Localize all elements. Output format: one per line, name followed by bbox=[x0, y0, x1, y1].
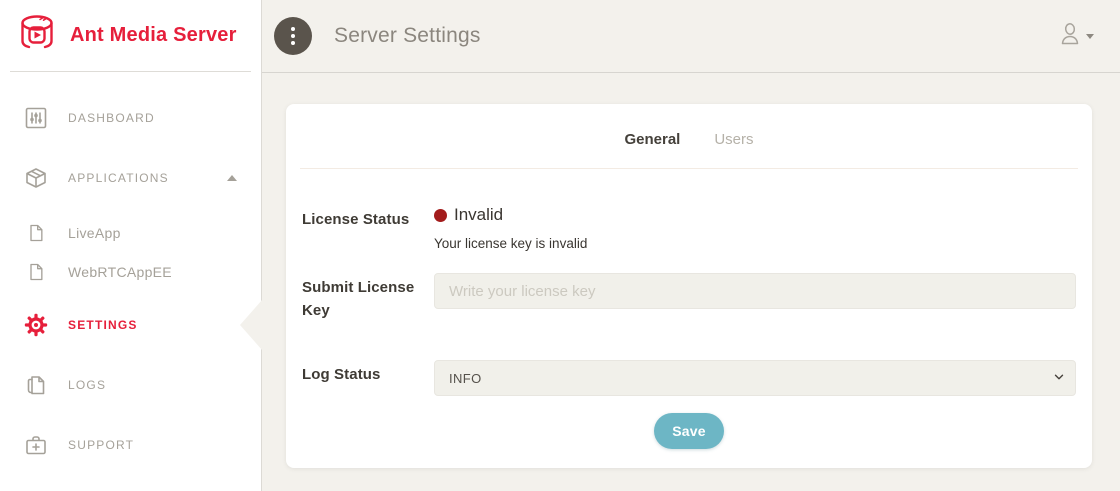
sidebar-item-applications[interactable]: APPLICATIONS bbox=[0, 156, 261, 200]
user-profile-menu[interactable] bbox=[1058, 21, 1094, 52]
settings-form: License Status Invalid Your license key … bbox=[286, 205, 1092, 449]
gear-icon bbox=[24, 313, 48, 337]
license-status-row: License Status Invalid Your license key … bbox=[302, 205, 1076, 251]
tab-users[interactable]: Users bbox=[714, 131, 753, 148]
sidebar: Ant Media Server DASHBOARD bbox=[0, 0, 262, 491]
tab-divider bbox=[300, 168, 1078, 169]
chevron-down-icon bbox=[1086, 34, 1094, 39]
app-window: Ant Media Server DASHBOARD bbox=[0, 0, 1120, 491]
license-status-value-block: Invalid Your license key is invalid bbox=[434, 205, 1076, 251]
sidebar-item-logs[interactable]: LOGS bbox=[0, 363, 261, 407]
page-title: Server Settings bbox=[334, 24, 481, 48]
sidebar-item-label: LOGS bbox=[68, 378, 106, 392]
save-row: Save bbox=[302, 413, 1076, 449]
sidebar-item-label: SETTINGS bbox=[68, 318, 138, 332]
user-profile-icon bbox=[1058, 21, 1082, 52]
save-button[interactable]: Save bbox=[654, 413, 724, 449]
license-status-value: Invalid bbox=[454, 205, 503, 225]
settings-tabs: General Users bbox=[286, 104, 1092, 168]
sidebar-item-label: LiveApp bbox=[68, 225, 121, 241]
dashboard-sliders-icon bbox=[24, 106, 48, 130]
log-status-select[interactable]: INFO bbox=[434, 360, 1076, 396]
top-bar: Server Settings bbox=[262, 0, 1120, 73]
main-area: Server Settings General Users bbox=[262, 0, 1120, 491]
logo[interactable]: Ant Media Server bbox=[10, 0, 251, 72]
log-status-select-wrap: INFO bbox=[434, 360, 1076, 396]
first-aid-icon bbox=[24, 433, 48, 457]
kebab-menu-icon[interactable] bbox=[274, 17, 312, 55]
sidebar-item-liveapp[interactable]: LiveApp bbox=[0, 216, 261, 250]
logo-text: Ant Media Server bbox=[70, 24, 237, 47]
tab-general[interactable]: General bbox=[624, 131, 680, 148]
sidebar-item-label: DASHBOARD bbox=[68, 111, 155, 125]
log-status-label: Log Status bbox=[302, 360, 434, 396]
status-dot-icon bbox=[434, 209, 447, 222]
sidebar-item-webrtcappee[interactable]: WebRTCAppEE bbox=[0, 255, 261, 289]
collapse-caret-icon[interactable] bbox=[227, 175, 237, 181]
sidebar-item-support[interactable]: SUPPORT bbox=[0, 423, 261, 467]
submit-license-label: Submit License Key bbox=[302, 273, 434, 322]
active-item-notch bbox=[240, 300, 262, 350]
log-status-row: Log Status INFO bbox=[302, 360, 1076, 396]
license-status-line: Invalid bbox=[434, 205, 1076, 225]
file-icon bbox=[24, 221, 48, 245]
ant-media-logo-icon bbox=[16, 14, 58, 57]
log-document-icon bbox=[24, 373, 48, 397]
package-box-icon bbox=[24, 166, 48, 190]
license-status-label: License Status bbox=[302, 205, 434, 251]
license-status-description: Your license key is invalid bbox=[434, 236, 1076, 251]
server-settings-card: General Users License Status Invalid You… bbox=[286, 104, 1092, 468]
sidebar-nav: DASHBOARD APPLICATIONS bbox=[0, 72, 261, 467]
sidebar-item-label: SUPPORT bbox=[68, 438, 134, 452]
sidebar-item-label: APPLICATIONS bbox=[68, 171, 169, 185]
sidebar-item-settings[interactable]: SETTINGS bbox=[0, 303, 261, 347]
content-area: General Users License Status Invalid You… bbox=[262, 73, 1120, 491]
license-key-input[interactable] bbox=[434, 273, 1076, 309]
submit-license-row: Submit License Key bbox=[302, 273, 1076, 322]
file-icon bbox=[24, 260, 48, 284]
license-key-field-wrap bbox=[434, 273, 1076, 322]
sidebar-item-label: WebRTCAppEE bbox=[68, 264, 172, 280]
sidebar-item-dashboard[interactable]: DASHBOARD bbox=[0, 96, 261, 140]
